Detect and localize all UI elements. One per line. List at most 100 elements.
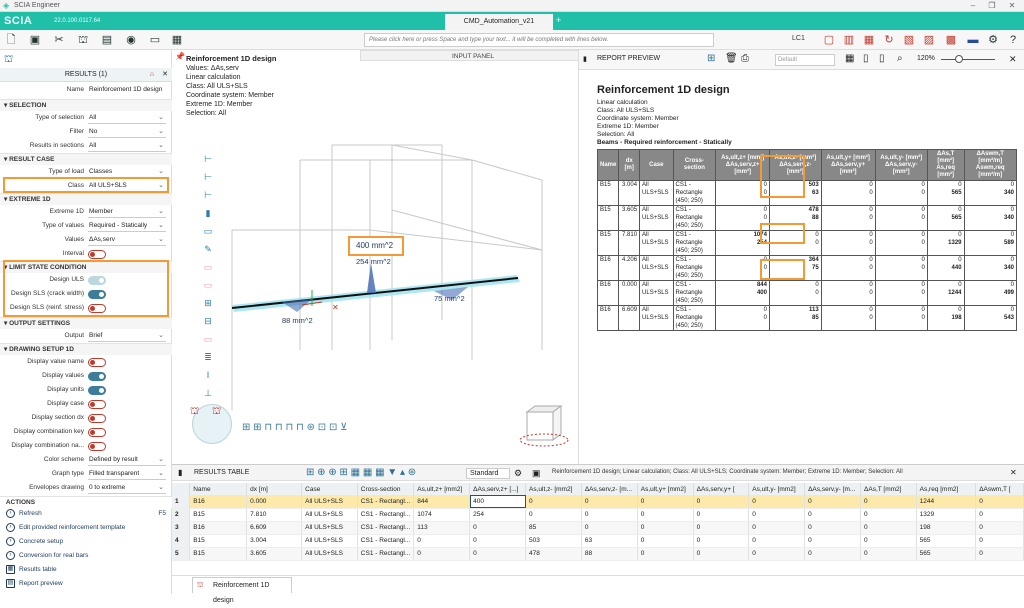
table-cell[interactable]: 198: [916, 521, 977, 535]
table-cell[interactable]: All ULS+SLS: [301, 534, 358, 548]
table-cell[interactable]: 0: [748, 495, 806, 509]
table-cell[interactable]: 0: [581, 495, 638, 509]
zoom-icon[interactable]: ⌕: [897, 53, 903, 64]
table-cell[interactable]: 254: [469, 508, 527, 522]
results-in-sections-select[interactable]: All ⌄: [88, 140, 166, 152]
table-cell[interactable]: 844: [413, 495, 471, 509]
table-cell[interactable]: B15: [189, 547, 248, 561]
display-value-name-toggle[interactable]: [88, 358, 106, 367]
zoom-slider[interactable]: [941, 59, 995, 60]
action-report-preview[interactable]: ▤ Report preview: [6, 577, 166, 590]
table-cell[interactable]: 0: [804, 547, 862, 561]
document-tab[interactable]: CMD_Automation_v21: [445, 14, 553, 30]
table-cell[interactable]: All ULS+SLS: [301, 495, 358, 509]
results-column-header[interactable]: ΔAs,serv,z+ [...]: [469, 483, 527, 495]
table-cell[interactable]: 3.004: [246, 534, 303, 548]
view-cube[interactable]: [519, 405, 569, 447]
table-cell[interactable]: 0: [637, 495, 694, 509]
results-column-header[interactable]: ΔAs,serv,z- [m...: [581, 483, 638, 495]
loads-icon[interactable]: ▤: [100, 33, 114, 47]
page-icon[interactable]: ▯: [863, 53, 869, 64]
toolbar-icon-6[interactable]: ▨: [922, 33, 936, 47]
table-cell[interactable]: 1: [172, 495, 191, 509]
table-cell[interactable]: 0: [637, 534, 694, 548]
graphic-viewport[interactable]: INPUT PANEL 📌 Reinforcement 1D design Va…: [172, 50, 586, 464]
refresh-view-icon[interactable]: ↻: [882, 33, 896, 47]
results-column-header[interactable]: As,ult,y+ [mm2]: [637, 483, 694, 495]
action-edit-template[interactable]: › Edit provided reinforcement template: [6, 521, 166, 534]
table-cell[interactable]: 0: [693, 495, 750, 509]
table-cell[interactable]: 3: [172, 521, 191, 535]
table-cell[interactable]: 2: [172, 508, 191, 522]
table-cell[interactable]: 1329: [916, 508, 977, 522]
section-extreme[interactable]: ▾ EXTREME 1D: [0, 193, 172, 205]
extreme-select[interactable]: Member ⌄: [88, 206, 166, 218]
table-cell[interactable]: 0: [860, 508, 917, 522]
table-cell[interactable]: 0: [693, 508, 750, 522]
close-panel-icon[interactable]: ✕: [162, 68, 168, 82]
results-column-header[interactable]: ΔAs,T [mm2]: [860, 483, 917, 495]
command-line-input[interactable]: Please click here or press Space and typ…: [364, 33, 714, 47]
table-cell[interactable]: 0: [525, 495, 582, 509]
results-column-header[interactable]: As,ult,y- [mm2]: [748, 483, 806, 495]
table-tool-icon[interactable]: ⊞ ⊕ ⊕ ⊞ ▦ ▦ ▦ ▼ ▴ ⊛: [306, 467, 416, 478]
table-cell[interactable]: B16: [189, 495, 248, 509]
table-cell[interactable]: 5: [172, 547, 191, 561]
results-column-header[interactable]: Cross-section: [357, 483, 415, 495]
table-cell[interactable]: 478: [525, 547, 582, 561]
table-cell[interactable]: 0: [637, 508, 694, 522]
type-of-selection-select[interactable]: All ⌄: [88, 112, 166, 124]
action-results-table[interactable]: ▦ Results table: [6, 563, 166, 576]
view-icon[interactable]: ◉: [124, 33, 138, 47]
close-window-icon[interactable]: ✕: [1005, 1, 1019, 11]
results-column-header[interactable]: ΔAs,serv,y+ [: [693, 483, 750, 495]
table-cell[interactable]: 0: [748, 508, 806, 522]
results-column-header[interactable]: Name: [189, 483, 248, 495]
table-cell[interactable]: 0: [748, 534, 806, 548]
view-tool-icon[interactable]: ⊞ ⊞ ⊓ ⊓ ⊓ ⊓ ⊛ ⊡ ⊡ ⊻: [242, 422, 347, 433]
table-cell[interactable]: 0: [637, 547, 694, 561]
table-cell[interactable]: 88: [581, 547, 638, 561]
settings-icon[interactable]: ⚙: [986, 33, 1000, 47]
template-select[interactable]: Default: [775, 54, 835, 66]
structure-icon[interactable]: ⛫: [76, 33, 90, 47]
table-cell[interactable]: 0: [693, 547, 750, 561]
table-cell[interactable]: 400: [469, 495, 527, 509]
type-of-values-select[interactable]: Required - Statically ⌄: [88, 220, 166, 232]
results-column-header[interactable]: As,ult,z+ [mm2]: [413, 483, 471, 495]
section-selection[interactable]: ▾ SELECTION: [0, 99, 172, 111]
display-section-dx-toggle[interactable]: [88, 414, 106, 423]
results-column-header[interactable]: [172, 483, 191, 495]
table-row[interactable]: 1 B16 0.000 All ULS+SLS CS1 - Rectangl... 844…: [172, 495, 1024, 509]
project-icon[interactable]: ▣: [28, 33, 42, 47]
table-cell[interactable]: 4: [172, 534, 191, 548]
toolbar-icon-7[interactable]: ▩: [944, 33, 958, 47]
table-cell[interactable]: 0: [469, 534, 527, 548]
table-row[interactable]: 5 B15 3.605 All ULS+SLS CS1 - Rectangl... 0 0 4…: [172, 547, 1024, 561]
table-cell[interactable]: 0: [804, 508, 862, 522]
calc-icon[interactable]: ▦: [170, 33, 184, 47]
table-row[interactable]: 4 B15 3.004 All ULS+SLS CS1 - Rectangl... 0 0 5…: [172, 534, 1024, 548]
color-scheme-select[interactable]: Defined by result ⌄: [88, 454, 166, 466]
table-cell[interactable]: 0: [413, 534, 471, 548]
toolbar-icon-1[interactable]: ▢: [822, 33, 836, 47]
table-cell[interactable]: 0: [581, 508, 638, 522]
table-cell[interactable]: CS1 - Rectangl...: [357, 547, 415, 561]
results-column-header[interactable]: As,ult,z- [mm2]: [525, 483, 582, 495]
table-cell[interactable]: 113: [413, 521, 471, 535]
help-icon[interactable]: ?: [1006, 33, 1020, 47]
envelopes-select[interactable]: 0 to extreme ⌄: [88, 482, 166, 494]
table-cell[interactable]: CS1 - Rectangl...: [357, 521, 415, 535]
table-cell[interactable]: 0: [975, 534, 1024, 548]
table-cell[interactable]: 6.609: [246, 521, 303, 535]
results-column-header[interactable]: As,req [mm2]: [916, 483, 977, 495]
table-cell[interactable]: CS1 - Rectangl...: [357, 495, 415, 509]
minimize-icon[interactable]: –: [966, 1, 980, 11]
home-icon[interactable]: ⌂: [150, 68, 154, 82]
results-column-header[interactable]: Case: [301, 483, 358, 495]
table-cell[interactable]: 565: [916, 547, 977, 561]
table-cell[interactable]: 0: [693, 534, 750, 548]
close-icon[interactable]: ✕: [1009, 54, 1017, 65]
view-mode-icon[interactable]: ⛫: [212, 406, 221, 419]
table-cell[interactable]: 0: [975, 521, 1024, 535]
